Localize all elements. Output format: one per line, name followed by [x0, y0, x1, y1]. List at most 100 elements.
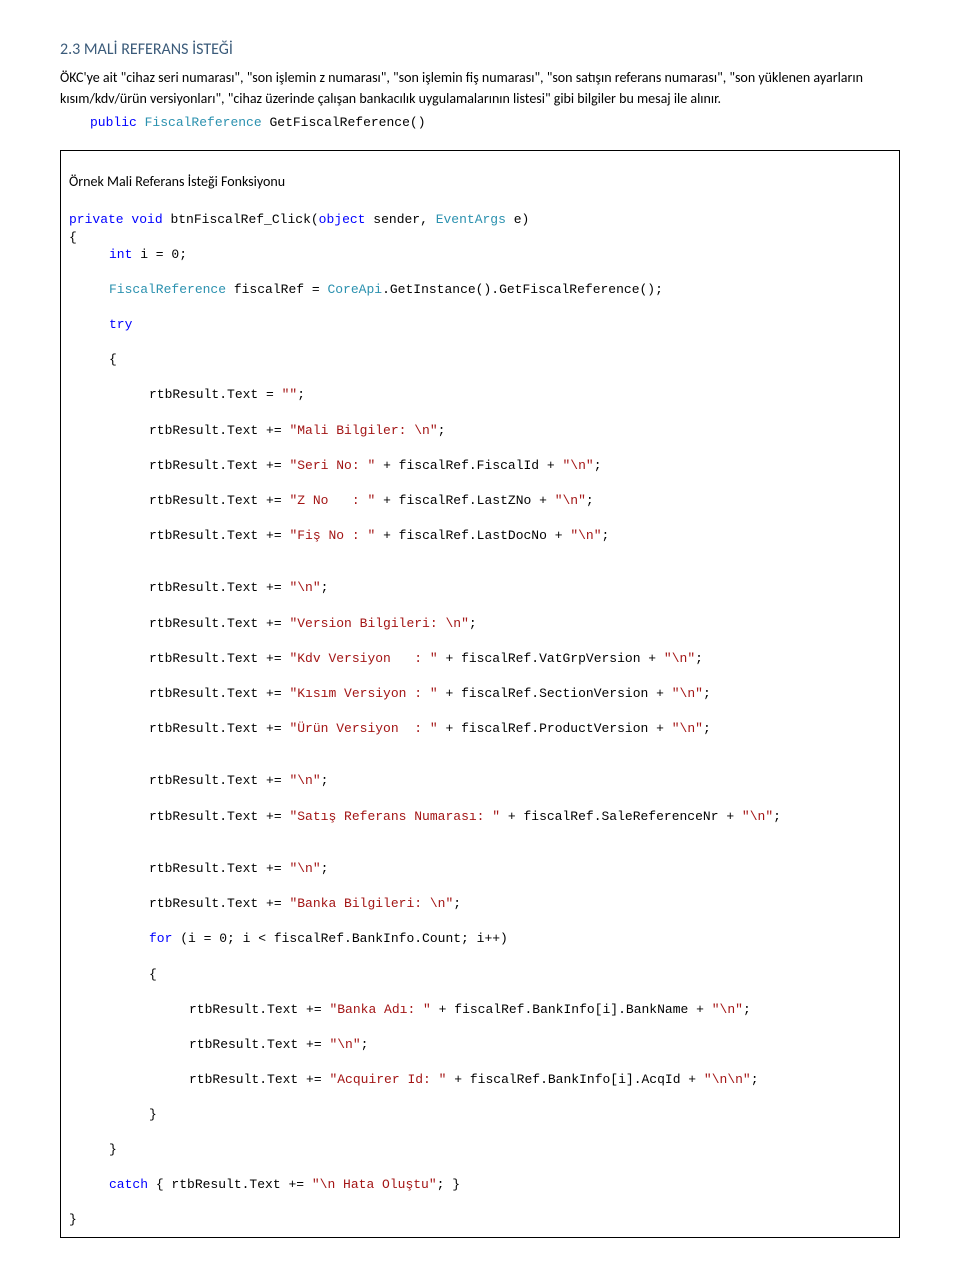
code: (i = 0; i < fiscalRef.BankInfo.Count; i+…: [172, 931, 507, 946]
code: rtbResult.Text +=: [149, 773, 289, 788]
str: "Acquirer Id: ": [329, 1072, 446, 1087]
str: "\n": [289, 773, 320, 788]
code: rtbResult.Text +=: [149, 580, 289, 595]
kw: private: [69, 212, 124, 227]
code: ;: [469, 616, 477, 631]
code: e): [506, 212, 529, 227]
type: EventArgs: [436, 212, 506, 227]
str: "\n": [563, 458, 594, 473]
str: "Banka Adı: ": [329, 1002, 430, 1017]
code: rtbResult.Text +=: [149, 493, 289, 508]
code: + fiscalRef.BankInfo[i].BankName +: [431, 1002, 712, 1017]
code: rtbResult.Text +=: [149, 528, 289, 543]
code: + fiscalRef.SaleReferenceNr +: [500, 809, 742, 824]
code: fiscalRef =: [226, 282, 327, 297]
code: btnFiscalRef_Click(: [163, 212, 319, 227]
kw: catch: [109, 1177, 148, 1192]
intro-paragraph: ÖKC'ye ait "cihaz seri numarası", "son i…: [60, 67, 900, 109]
code: ;: [751, 1072, 759, 1087]
code: rtbResult.Text +=: [149, 686, 289, 701]
str: "Ürün Versiyon : ": [289, 721, 437, 736]
str: "Z No : ": [289, 493, 375, 508]
str: "Banka Bilgileri: \n": [289, 896, 453, 911]
str: "\n": [742, 809, 773, 824]
code: rtbResult.Text +=: [149, 616, 289, 631]
str: "\n": [672, 721, 703, 736]
str: "": [282, 387, 298, 402]
code: { rtbResult.Text +=: [148, 1177, 312, 1192]
code: ;: [361, 1037, 369, 1052]
code: i = 0;: [132, 247, 187, 262]
method-signature: public FiscalReference GetFiscalReferenc…: [90, 115, 900, 130]
code: ;: [453, 896, 461, 911]
code-example-box: Örnek Mali Referans İsteği Fonksiyonu pr…: [60, 150, 900, 1238]
code: + fiscalRef.SectionVersion +: [438, 686, 672, 701]
section-heading: 2.3 MALİ REFERANS İSTEĞİ: [60, 40, 900, 59]
method-name: GetFiscalReference(): [269, 115, 425, 130]
code: ;: [321, 580, 329, 595]
code: ;: [703, 721, 711, 736]
brace: {: [69, 230, 77, 245]
code: ;: [703, 686, 711, 701]
brace: }: [69, 1212, 77, 1227]
code: ;: [586, 493, 594, 508]
brace: {: [69, 351, 891, 369]
code: + fiscalRef.LastZNo +: [375, 493, 554, 508]
str: "\n": [329, 1037, 360, 1052]
code: ;: [438, 423, 446, 438]
code: + fiscalRef.BankInfo[i].AcqId +: [446, 1072, 703, 1087]
str: "Kdv Versiyon : ": [289, 651, 437, 666]
code: rtbResult.Text +=: [149, 423, 289, 438]
kw: void: [131, 212, 162, 227]
code: rtbResult.Text +=: [149, 651, 289, 666]
kw: for: [149, 931, 172, 946]
code: + fiscalRef.VatGrpVersion +: [438, 651, 664, 666]
str: "Version Bilgileri: \n": [289, 616, 468, 631]
str: "\n": [664, 651, 695, 666]
code: ;: [297, 387, 305, 402]
str: "\n": [555, 493, 586, 508]
str: "\n": [672, 686, 703, 701]
code: rtbResult.Text =: [149, 387, 282, 402]
kw: object: [319, 212, 366, 227]
type: CoreApi: [327, 282, 382, 297]
code: ; }: [437, 1177, 460, 1192]
type-name: FiscalReference: [145, 115, 262, 130]
str: "\n": [570, 528, 601, 543]
code: + fiscalRef.LastDocNo +: [375, 528, 570, 543]
code: + fiscalRef.ProductVersion +: [438, 721, 672, 736]
brace: }: [69, 1106, 891, 1124]
code-box-title: Örnek Mali Referans İsteği Fonksiyonu: [69, 173, 891, 192]
code: rtbResult.Text +=: [149, 721, 289, 736]
keyword-public: public: [90, 115, 137, 130]
kw: try: [109, 317, 132, 332]
str: "Seri No: ": [289, 458, 375, 473]
code: rtbResult.Text +=: [149, 896, 289, 911]
code: ;: [695, 651, 703, 666]
code: sender,: [365, 212, 435, 227]
str: "Fiş No : ": [289, 528, 375, 543]
code: ;: [321, 861, 329, 876]
str: "\n Hata Oluştu": [312, 1177, 437, 1192]
type: FiscalReference: [109, 282, 226, 297]
code: ;: [321, 773, 329, 788]
code: rtbResult.Text +=: [149, 861, 289, 876]
str: "\n": [289, 580, 320, 595]
kw: int: [109, 247, 132, 262]
str: "Kısım Versiyon : ": [289, 686, 437, 701]
code: rtbResult.Text +=: [189, 1072, 329, 1087]
code: .GetInstance().GetFiscalReference();: [382, 282, 663, 297]
code: ;: [602, 528, 610, 543]
brace: }: [69, 1141, 891, 1159]
str: "\n": [289, 861, 320, 876]
str: "\n": [712, 1002, 743, 1017]
str: "Mali Bilgiler: \n": [289, 423, 437, 438]
str: "\n\n": [704, 1072, 751, 1087]
code: rtbResult.Text +=: [149, 458, 289, 473]
code: rtbResult.Text +=: [189, 1037, 329, 1052]
str: "Satış Referans Numarası: ": [289, 809, 500, 824]
code: rtbResult.Text +=: [149, 809, 289, 824]
code: ;: [743, 1002, 751, 1017]
code: rtbResult.Text +=: [189, 1002, 329, 1017]
code: ;: [594, 458, 602, 473]
